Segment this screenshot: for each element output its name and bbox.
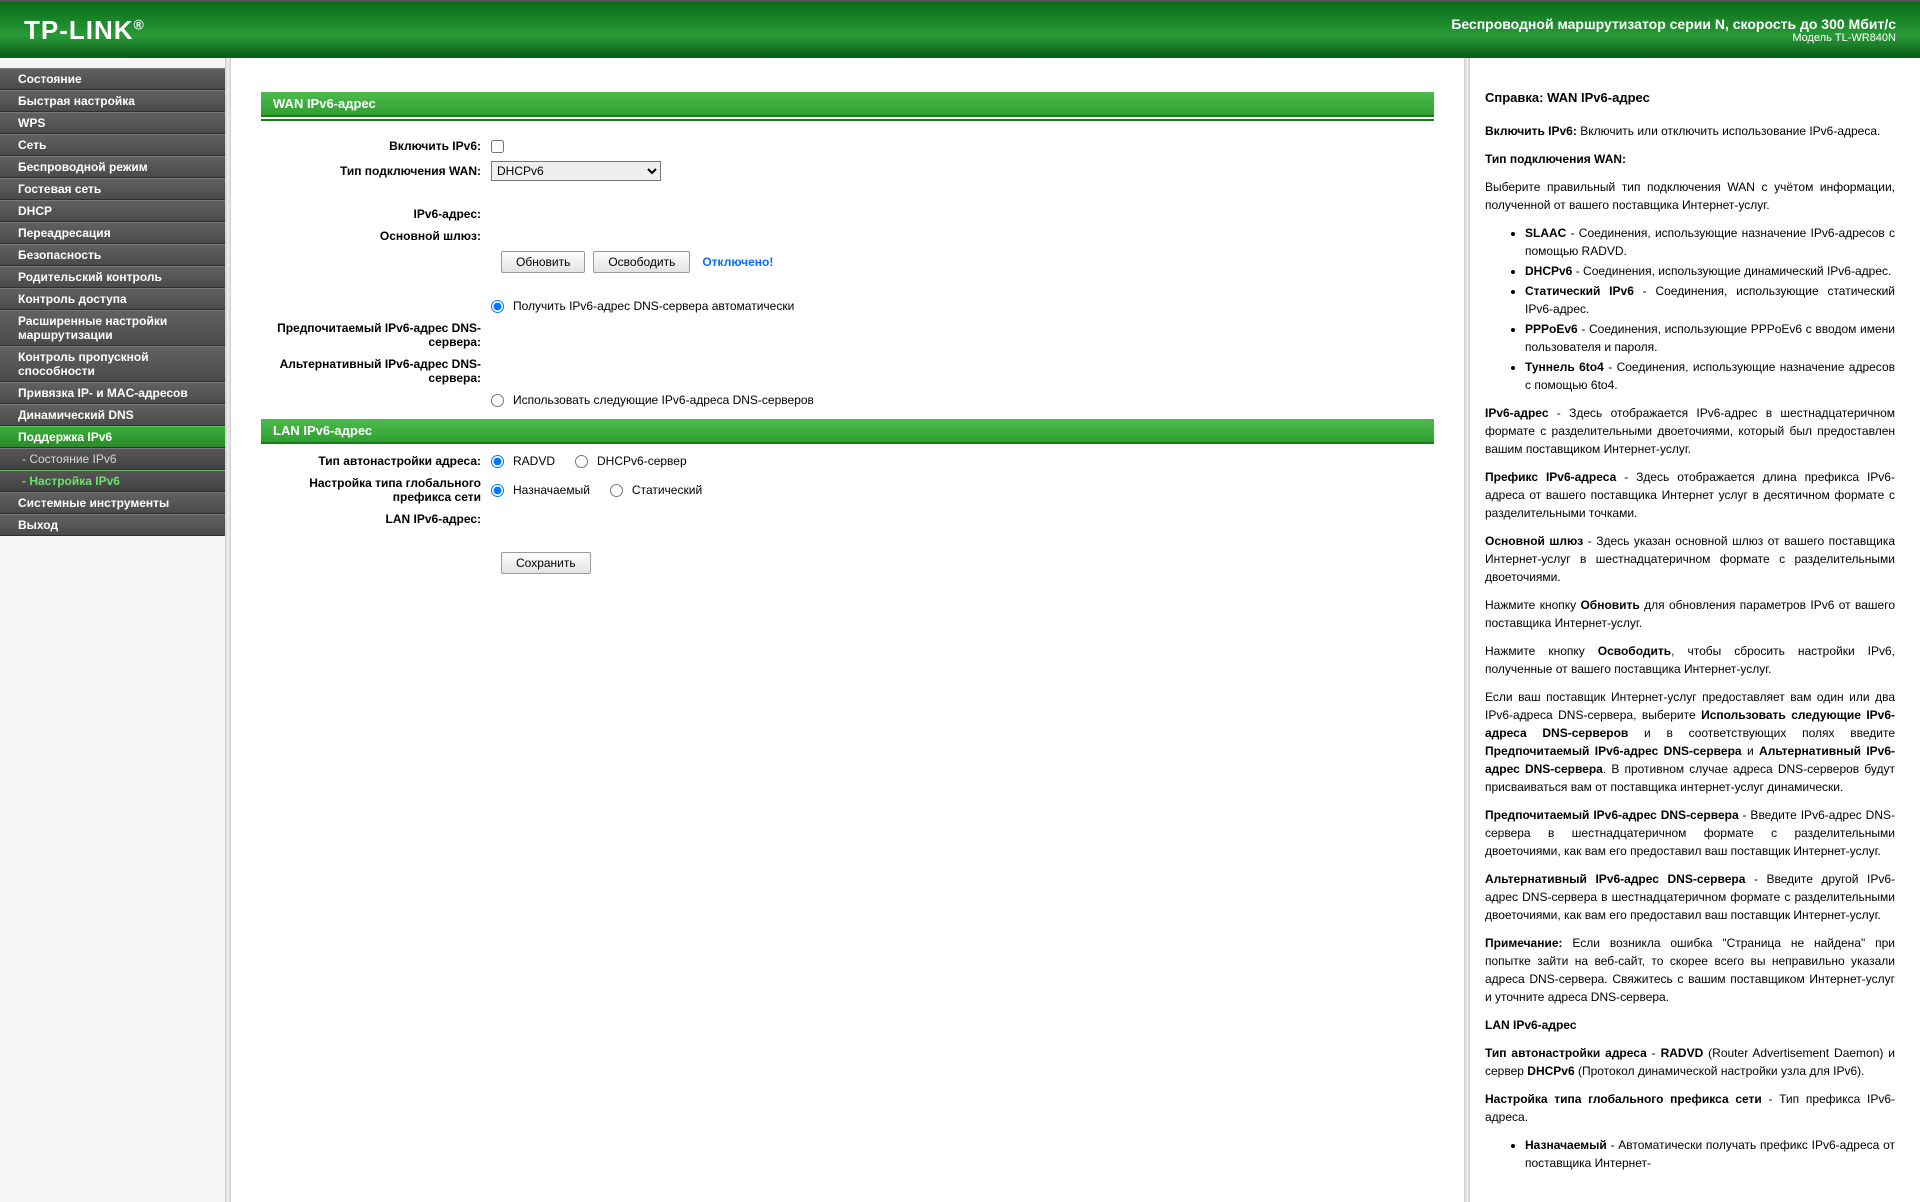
sidebar-item-network[interactable]: Сеть — [0, 134, 225, 156]
help-p-renew: Нажмите кнопку Обновить для обновления п… — [1485, 596, 1895, 632]
help-panel: Справка: WAN IPv6-адрес Включить IPv6: В… — [1470, 58, 1920, 1202]
label-gateway: Основной шлюз: — [261, 229, 491, 243]
help-p-release: Нажмите кнопку Освободить, чтобы сбросит… — [1485, 642, 1895, 678]
help-p-ipv6addr: IPv6-адрес - Здесь отображается IPv6-адр… — [1485, 404, 1895, 458]
help-p-wandesc: Выберите правильный тип подключения WAN … — [1485, 178, 1895, 214]
label-static: Статический — [632, 483, 702, 497]
label-alternate-dns: Альтернативный IPv6-адрес DNS-сервера: — [261, 357, 491, 385]
main-content: WAN IPv6-адрес Включить IPv6: Тип подклю… — [231, 58, 1464, 1202]
help-p-note: Примечание: Если возникла ошибка "Страни… — [1485, 934, 1895, 1006]
sidebar-item-ipv6[interactable]: Поддержка IPv6 — [0, 426, 225, 448]
save-button[interactable]: Сохранить — [501, 552, 591, 574]
header: TP-LINK® Беспроводной маршрутизатор сери… — [0, 0, 1920, 58]
help-p-prefixtype: Настройка типа глобального префикса сети… — [1485, 1090, 1895, 1126]
help-p-prefix: Префикс IPv6-адреса - Здесь отображается… — [1485, 468, 1895, 522]
sidebar-item-wireless[interactable]: Беспроводной режим — [0, 156, 225, 178]
radio-assigned[interactable] — [491, 484, 504, 497]
radio-radvd[interactable] — [491, 455, 504, 468]
product-title: Беспроводной маршрутизатор серии N, скор… — [1451, 16, 1896, 32]
sidebar-item-bandwidth[interactable]: Контроль пропускной способности — [0, 346, 225, 382]
help-p-altdns: Альтернативный IPv6-адрес DNS-сервера - … — [1485, 870, 1895, 924]
sidebar-item-ipv6-setup[interactable]: - Настройка IPv6 — [0, 470, 225, 492]
help-p-dns: Если ваш поставщик Интернет-услуг предос… — [1485, 688, 1895, 796]
label-radvd: RADVD — [513, 454, 555, 468]
help-li-6to4: Туннель 6to4 - Соединения, использующие … — [1525, 358, 1895, 394]
label-global-prefix: Настройка типа глобального префикса сети — [261, 476, 491, 504]
sidebar-item-forwarding[interactable]: Переадресация — [0, 222, 225, 244]
sidebar-item-security[interactable]: Безопасность — [0, 244, 225, 266]
sidebar-item-guest[interactable]: Гостевая сеть — [0, 178, 225, 200]
sidebar-item-status[interactable]: Состояние — [0, 68, 225, 90]
label-ipv6-addr: IPv6-адрес: — [261, 207, 491, 221]
sidebar-item-parental[interactable]: Родительский контроль — [0, 266, 225, 288]
label-auto-addr-type: Тип автонастройки адреса: — [261, 454, 491, 468]
help-p-autotype: Тип автонастройки адреса - RADVD (Router… — [1485, 1044, 1895, 1080]
label-dns-auto: Получить IPv6-адрес DNS-сервера автомати… — [513, 299, 794, 313]
logo: TP-LINK® — [24, 15, 145, 46]
help-li-slaac: SLAAC - Соединения, использующие назначе… — [1525, 224, 1895, 260]
sidebar-item-logout[interactable]: Выход — [0, 514, 225, 536]
help-li-pppoev6: PPPoEv6 - Соединения, использующие PPPoE… — [1525, 320, 1895, 356]
label-assigned: Назначаемый — [513, 483, 590, 497]
product-model: Модель TL-WR840N — [1451, 32, 1896, 44]
help-lan-head: LAN IPv6-адрес — [1485, 1016, 1895, 1034]
label-wan-conn-type: Тип подключения WAN: — [261, 164, 491, 178]
help-title: Справка: WAN IPv6-адрес — [1485, 88, 1895, 108]
sidebar-item-routing[interactable]: Расширенные настройки маршрутизации — [0, 310, 225, 346]
help-p-enable: Включить IPv6: Включить или отключить ис… — [1485, 122, 1895, 140]
label-lan-ipv6-addr: LAN IPv6-адрес: — [261, 512, 491, 526]
radio-dns-manual[interactable] — [491, 394, 504, 407]
radio-dns-auto[interactable] — [491, 300, 504, 313]
select-wan-conn-type[interactable]: DHCPv6 — [491, 161, 661, 181]
radio-dhcpv6-server[interactable] — [575, 455, 588, 468]
checkbox-enable-ipv6[interactable] — [491, 140, 504, 153]
help-li-assigned: Назначаемый - Автоматически получать пре… — [1525, 1136, 1895, 1172]
sidebar-item-quicksetup[interactable]: Быстрая настройка — [0, 90, 225, 112]
wan-section-title: WAN IPv6-адрес — [261, 92, 1434, 117]
sidebar-item-ddns[interactable]: Динамический DNS — [0, 404, 225, 426]
sidebar-item-ipmac[interactable]: Привязка IP- и MAC-адресов — [0, 382, 225, 404]
renew-button[interactable]: Обновить — [501, 251, 585, 273]
help-p-gateway: Основной шлюз - Здесь указан основной шл… — [1485, 532, 1895, 586]
radio-static[interactable] — [610, 484, 623, 497]
label-enable-ipv6: Включить IPv6: — [261, 139, 491, 153]
help-conn-list: SLAAC - Соединения, использующие назначе… — [1525, 224, 1895, 394]
sidebar-item-dhcp[interactable]: DHCP — [0, 200, 225, 222]
sidebar-item-ipv6-status[interactable]: - Состояние IPv6 — [0, 448, 225, 470]
lan-section-title: LAN IPv6-адрес — [261, 419, 1434, 444]
label-preferred-dns: Предпочитаемый IPv6-адрес DNS-сервера: — [261, 321, 491, 349]
help-li-dhcpv6: DHCPv6 - Соединения, использующие динами… — [1525, 262, 1895, 280]
release-button[interactable]: Освободить — [593, 251, 690, 273]
wan-section-sep — [261, 119, 1434, 121]
sidebar-item-wps[interactable]: WPS — [0, 112, 225, 134]
help-p-wantype: Тип подключения WAN: — [1485, 150, 1895, 168]
help-li-static: Статический IPv6 - Соединения, использую… — [1525, 282, 1895, 318]
sidebar-item-systools[interactable]: Системные инструменты — [0, 492, 225, 514]
connection-status: Отключено! — [702, 255, 773, 269]
help-prefix-list: Назначаемый - Автоматически получать пре… — [1525, 1136, 1895, 1172]
sidebar-item-access[interactable]: Контроль доступа — [0, 288, 225, 310]
label-dhcpv6-server: DHCPv6-сервер — [597, 454, 687, 468]
header-info: Беспроводной маршрутизатор серии N, скор… — [1451, 16, 1896, 44]
help-p-prefdns: Предпочитаемый IPv6-адрес DNS-сервера - … — [1485, 806, 1895, 860]
sidebar: Состояние Быстрая настройка WPS Сеть Бес… — [0, 58, 225, 1202]
label-dns-manual: Использовать следующие IPv6-адреса DNS-с… — [513, 393, 814, 407]
